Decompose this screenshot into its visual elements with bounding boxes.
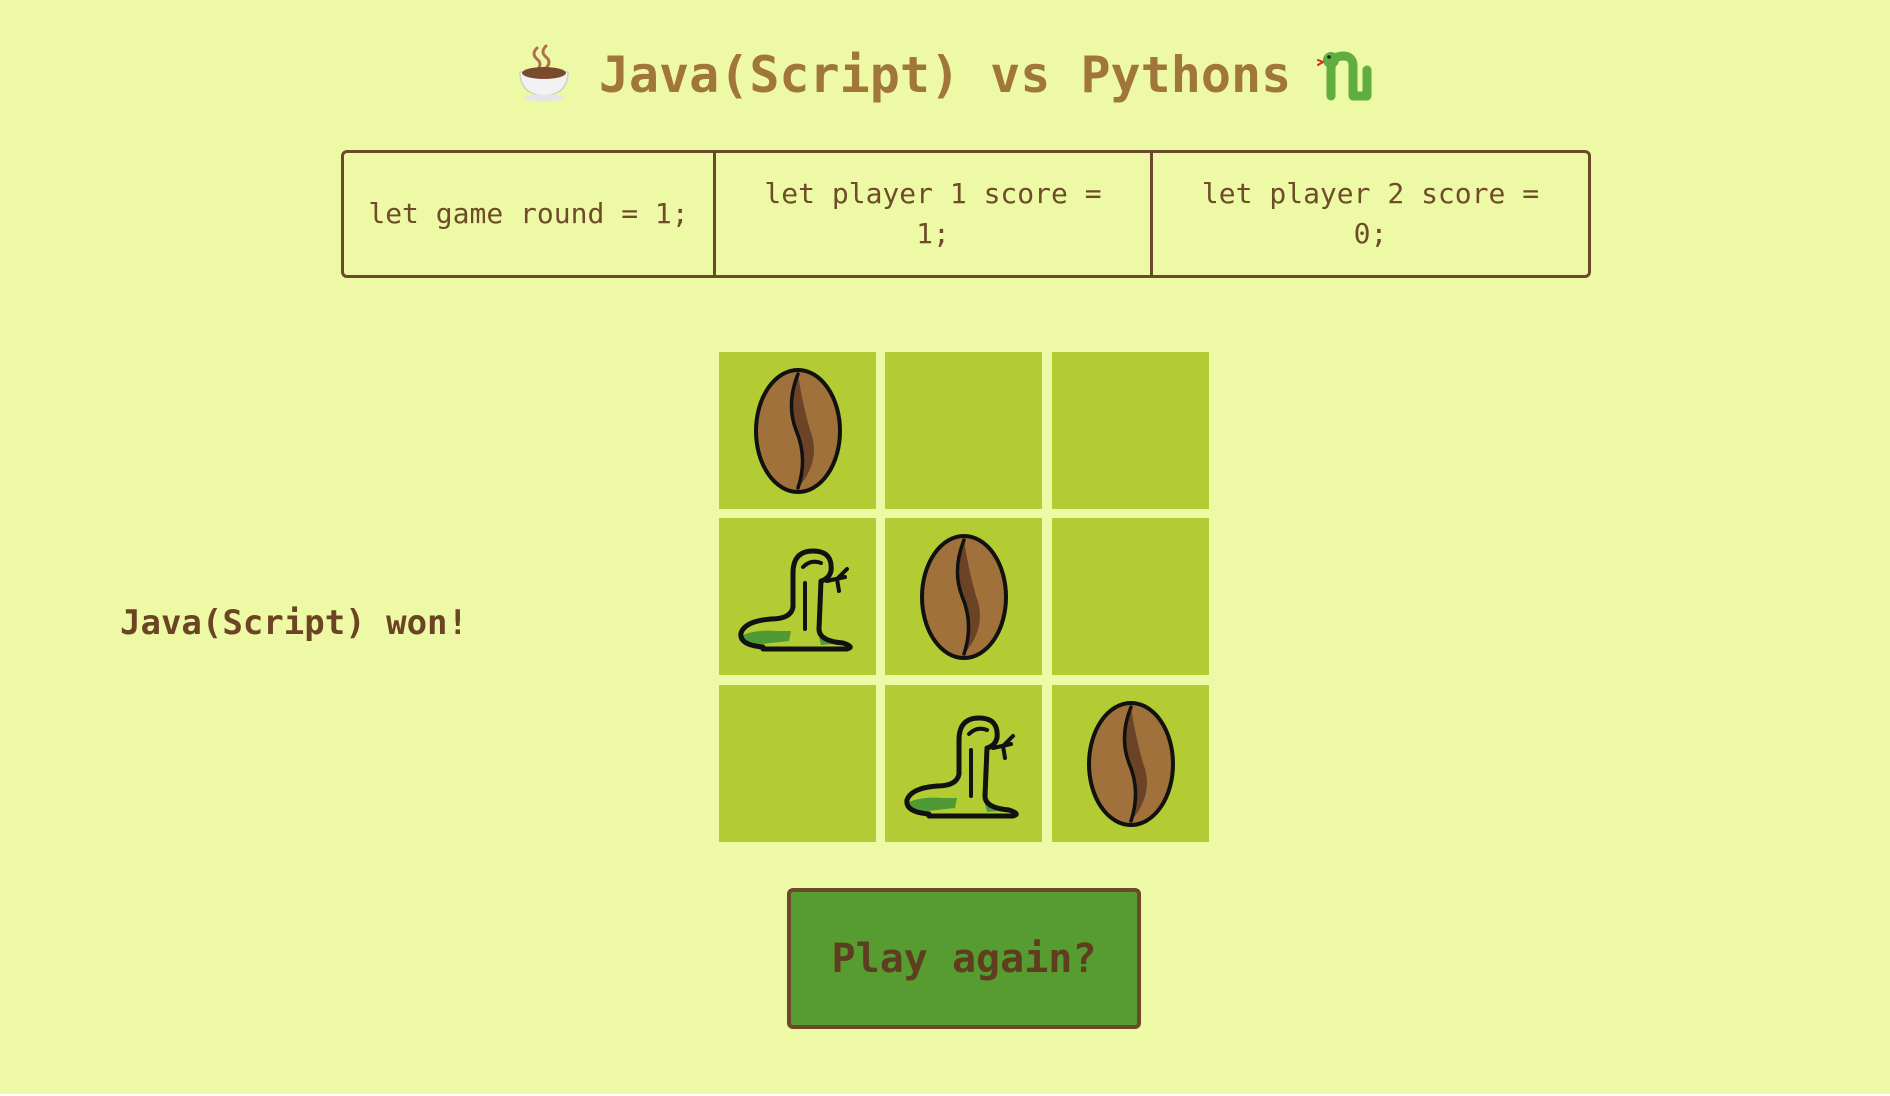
coffee-bean-icon <box>752 366 844 496</box>
title-text: Java(Script) vs Pythons <box>598 46 1292 104</box>
board-cell-9[interactable] <box>1052 685 1209 842</box>
player-1-score: let player 1 score = 1; <box>713 153 1150 275</box>
board-cell-8[interactable] <box>885 685 1042 842</box>
board-cell-5[interactable] <box>885 518 1042 675</box>
board-cell-6[interactable] <box>1052 518 1209 675</box>
scoreboard: let game round = 1; let player 1 score =… <box>341 150 1591 278</box>
game-status-message: Java(Script) won! <box>120 603 468 643</box>
snake-icon <box>1317 44 1375 102</box>
board-cell-1[interactable] <box>719 352 876 509</box>
coffee-bean-icon <box>1085 699 1177 829</box>
snake-icon <box>733 537 863 657</box>
play-again-button[interactable]: Play again? <box>787 888 1141 1029</box>
page-title: Java(Script) vs Pythons <box>0 38 1890 112</box>
snake-icon <box>899 704 1029 824</box>
board-cell-2[interactable] <box>885 352 1042 509</box>
board-cell-3[interactable] <box>1052 352 1209 509</box>
player-2-score: let player 2 score = 0; <box>1150 153 1588 275</box>
game-board <box>719 352 1209 842</box>
board-cell-4[interactable] <box>719 518 876 675</box>
hot-beverage-icon <box>515 44 573 102</box>
game-page: Java(Script) vs Pythons let game round =… <box>0 0 1890 1094</box>
board-cell-7[interactable] <box>719 685 876 842</box>
coffee-bean-icon <box>918 532 1010 662</box>
game-round-display: let game round = 1; <box>368 197 689 230</box>
